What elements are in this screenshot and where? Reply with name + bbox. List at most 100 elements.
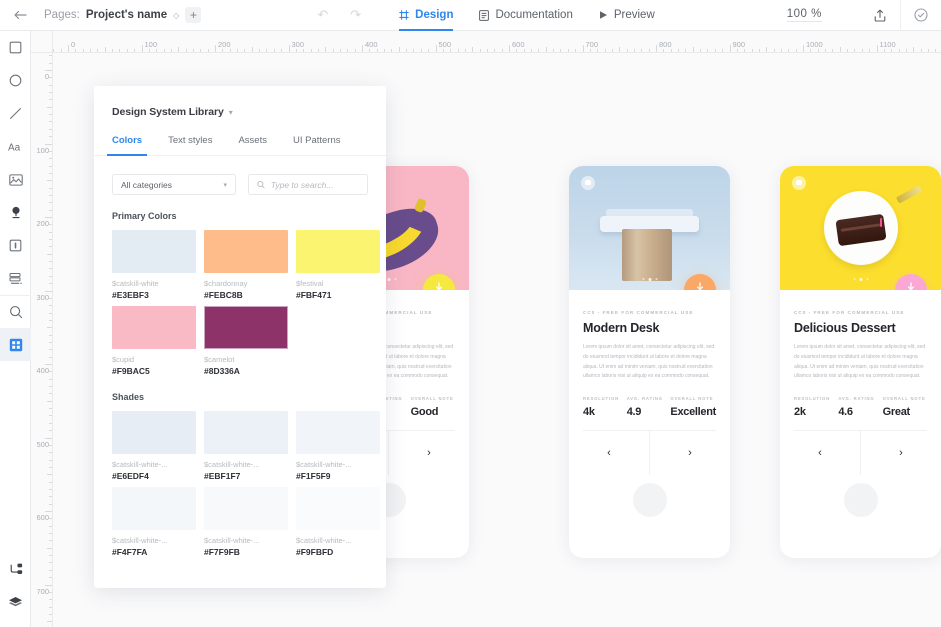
ruler-label: 700 [36,587,49,596]
next-button[interactable]: › [389,431,469,475]
artboard-card-dessert[interactable]: DOWN CC0 - FREE FOR COMMERCIAL USE Delic… [780,166,941,558]
ruler-tick [49,55,52,56]
color-swatch[interactable]: $catskill-white-... #F9FBFD [296,487,380,557]
pin-tool[interactable] [0,196,31,229]
ruler-tick [49,607,52,608]
color-swatch[interactable]: $catskill-white-... #EBF1F7 [204,411,288,481]
color-swatch[interactable]: $catskill-white #E3EBF3 [112,230,196,300]
zoom-level[interactable]: 100 % [787,8,822,22]
swatch-chip[interactable] [204,306,288,349]
swatch-chip[interactable] [204,411,288,454]
ruler-tick [391,49,392,52]
tab-colors[interactable]: Colors [112,135,142,155]
prev-button[interactable]: ‹ [780,431,861,475]
ruler-tick [47,548,52,549]
card-image[interactable]: DOWN [569,166,730,290]
list-stack-icon [9,272,23,285]
artboard-card-desk[interactable]: DOWN CC0 - FREE FOR COMMERCIAL USE Moder… [569,166,730,558]
tab-design[interactable]: Design [399,0,453,31]
search-tool[interactable] [0,295,31,328]
ruler-tick [61,49,62,52]
ruler-tick [200,49,201,52]
ruler-tick [49,313,52,314]
ruler-tick [49,489,52,490]
color-swatch[interactable]: $festival #FBF471 [296,230,380,300]
color-swatch[interactable]: $cupid #F9BAC5 [112,306,196,376]
share-button[interactable] [859,0,901,31]
swatch-chip[interactable] [296,230,380,273]
ruler-tick [428,49,429,52]
add-page-button[interactable]: + [185,7,201,23]
library-tool[interactable] [0,328,31,361]
topbar-right-actions [859,0,941,31]
color-swatch[interactable]: $catskill-white-... #F4F7FA [112,487,196,557]
layers-tool[interactable] [0,586,31,619]
tab-assets[interactable]: Assets [238,135,267,155]
ellipse-tool[interactable] [0,64,31,97]
chevron-down-icon[interactable]: ◇ [173,11,179,20]
color-swatch[interactable]: $catskill-white-... #F1F5F9 [296,411,380,481]
chevron-down-icon[interactable]: ▾ [229,108,233,117]
category-select[interactable]: All categories ▾ [112,174,236,195]
text-tool[interactable]: Aa [0,130,31,163]
layers-icon [8,596,23,609]
horizontal-ruler[interactable]: 010020030040050060070080090010001100 [31,31,941,53]
ruler-tick [413,49,414,52]
ruler-tick [49,504,52,505]
ruler-tick [49,540,52,541]
stat-label: AVG. RATING [838,396,882,401]
component-tool[interactable] [0,229,31,262]
swatch-chip[interactable] [112,411,196,454]
swatch-chip[interactable] [112,487,196,530]
ruler-label: 900 [733,40,746,49]
next-button[interactable]: › [650,431,730,475]
ruler-tick [49,129,52,130]
swatch-chip[interactable] [112,306,196,349]
ruler-label: 600 [36,513,49,522]
next-button[interactable]: › [861,431,941,475]
color-swatch[interactable]: $camelot #8D336A [204,306,288,376]
swatch-chip[interactable] [296,411,380,454]
image-tool[interactable] [0,163,31,196]
tab-preview[interactable]: Preview [599,0,655,31]
ruler-tick [516,49,517,52]
search-box[interactable] [248,174,368,195]
back-button[interactable] [0,0,40,31]
color-swatch[interactable]: $catskill-white-... #F7F9FB [204,487,288,557]
undo-icon[interactable]: ↶ [317,7,328,23]
swatch-chip[interactable] [204,487,288,530]
line-tool[interactable] [0,97,31,130]
ruler-tick [49,92,52,93]
list-tool[interactable] [0,262,31,295]
swatch-chip[interactable] [112,230,196,273]
card-image[interactable]: DOWN [780,166,941,290]
swatch-chip[interactable] [296,487,380,530]
ruler-tick [49,496,52,497]
tab-ui-patterns[interactable]: UI Patterns [293,135,341,155]
carousel-dots[interactable] [853,278,868,281]
redo-icon[interactable]: ↷ [350,7,361,23]
prev-button[interactable]: ‹ [569,431,650,475]
status-button[interactable] [901,0,941,31]
ruler-tick [193,49,194,52]
tab-documentation[interactable]: Documentation [479,0,572,31]
card-description: Lorem ipsum dolor sit amet, consectetur … [794,343,927,382]
share-upload-icon [874,9,886,22]
search-input[interactable] [271,180,359,190]
swatch-chip[interactable] [204,230,288,273]
ruler-tick [877,45,878,52]
home-indicator [844,483,878,517]
color-swatch[interactable]: $chardonnay #FEBC8B [204,230,288,300]
ruler-tick [583,45,584,52]
color-swatch[interactable]: $catskill-white-... #E6EDF4 [112,411,196,481]
ruler-tick [458,49,459,52]
rectangle-tool[interactable] [0,31,31,64]
tab-text-styles[interactable]: Text styles [168,135,212,155]
stat-note: OVERALL NOTE Great [883,396,927,418]
design-system-library-panel[interactable]: Design System Library▾ Colors Text style… [94,86,386,588]
carousel-dots[interactable] [642,278,657,281]
project-name[interactable]: Project's name [86,9,167,21]
ruler-tick [47,180,52,181]
vertical-ruler[interactable]: 0100200300400500600700 [31,53,53,627]
flow-tool[interactable] [0,553,31,586]
